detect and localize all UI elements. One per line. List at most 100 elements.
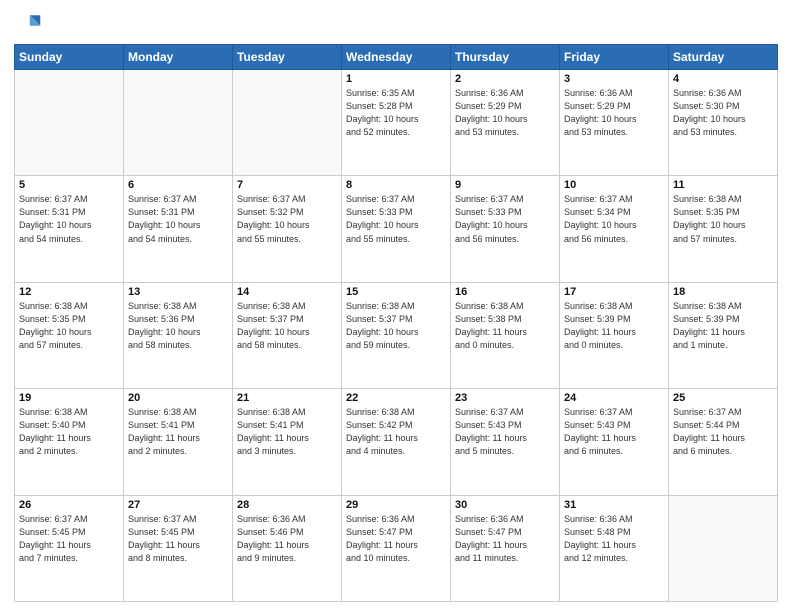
day-number: 27 xyxy=(128,499,228,511)
day-info: Sunrise: 6:37 AM Sunset: 5:45 PM Dayligh… xyxy=(19,513,119,565)
day-info: Sunrise: 6:38 AM Sunset: 5:37 PM Dayligh… xyxy=(346,300,446,352)
day-number: 20 xyxy=(128,392,228,404)
day-number: 6 xyxy=(128,179,228,191)
day-info: Sunrise: 6:36 AM Sunset: 5:30 PM Dayligh… xyxy=(673,87,773,139)
calendar-cell xyxy=(124,70,233,176)
day-info: Sunrise: 6:38 AM Sunset: 5:39 PM Dayligh… xyxy=(673,300,773,352)
calendar-cell: 14 Sunrise: 6:38 AM Sunset: 5:37 PM Dayli… xyxy=(233,282,342,388)
day-number: 11 xyxy=(673,179,773,191)
day-number: 23 xyxy=(455,392,555,404)
calendar-cell: 21 Sunrise: 6:38 AM Sunset: 5:41 PM Dayli… xyxy=(233,389,342,495)
calendar-week-4: 19 Sunrise: 6:38 AM Sunset: 5:40 PM Dayli… xyxy=(15,389,778,495)
day-info: Sunrise: 6:37 AM Sunset: 5:43 PM Dayligh… xyxy=(564,406,664,458)
calendar-cell: 18 Sunrise: 6:38 AM Sunset: 5:39 PM Dayli… xyxy=(669,282,778,388)
day-info: Sunrise: 6:37 AM Sunset: 5:45 PM Dayligh… xyxy=(128,513,228,565)
day-number: 14 xyxy=(237,286,337,298)
calendar-cell: 30 Sunrise: 6:36 AM Sunset: 5:47 PM Dayli… xyxy=(451,495,560,601)
calendar: SundayMondayTuesdayWednesdayThursdayFrid… xyxy=(14,44,778,602)
day-info: Sunrise: 6:36 AM Sunset: 5:46 PM Dayligh… xyxy=(237,513,337,565)
day-info: Sunrise: 6:38 AM Sunset: 5:40 PM Dayligh… xyxy=(19,406,119,458)
day-number: 16 xyxy=(455,286,555,298)
day-info: Sunrise: 6:36 AM Sunset: 5:48 PM Dayligh… xyxy=(564,513,664,565)
day-info: Sunrise: 6:37 AM Sunset: 5:44 PM Dayligh… xyxy=(673,406,773,458)
day-number: 4 xyxy=(673,73,773,85)
day-number: 30 xyxy=(455,499,555,511)
calendar-cell: 26 Sunrise: 6:37 AM Sunset: 5:45 PM Dayli… xyxy=(15,495,124,601)
day-info: Sunrise: 6:38 AM Sunset: 5:42 PM Dayligh… xyxy=(346,406,446,458)
calendar-cell: 31 Sunrise: 6:36 AM Sunset: 5:48 PM Dayli… xyxy=(560,495,669,601)
calendar-cell: 4 Sunrise: 6:36 AM Sunset: 5:30 PM Daylig… xyxy=(669,70,778,176)
day-info: Sunrise: 6:38 AM Sunset: 5:35 PM Dayligh… xyxy=(673,193,773,245)
day-number: 5 xyxy=(19,179,119,191)
calendar-cell xyxy=(233,70,342,176)
day-number: 13 xyxy=(128,286,228,298)
day-info: Sunrise: 6:38 AM Sunset: 5:39 PM Dayligh… xyxy=(564,300,664,352)
calendar-cell: 6Sunrise: 6:37 AM Sunset: 5:31 PM Daylig… xyxy=(124,176,233,282)
day-info: Sunrise: 6:37 AM Sunset: 5:43 PM Dayligh… xyxy=(455,406,555,458)
calendar-cell: 5 Sunrise: 6:37 AM Sunset: 5:31 PM Daylig… xyxy=(15,176,124,282)
day-info: Sunrise: 6:36 AM Sunset: 5:47 PM Dayligh… xyxy=(346,513,446,565)
calendar-cell xyxy=(15,70,124,176)
day-number: 12 xyxy=(19,286,119,298)
calendar-cell: 22 Sunrise: 6:38 AM Sunset: 5:42 PM Dayli… xyxy=(342,389,451,495)
calendar-cell xyxy=(669,495,778,601)
day-number: 19 xyxy=(19,392,119,404)
day-number: 7 xyxy=(237,179,337,191)
day-header-thursday: Thursday xyxy=(451,45,560,70)
logo xyxy=(14,10,46,38)
calendar-cell: 3Sunrise: 6:36 AM Sunset: 5:29 PM Daylig… xyxy=(560,70,669,176)
day-header-saturday: Saturday xyxy=(669,45,778,70)
calendar-cell: 28Sunrise: 6:36 AM Sunset: 5:46 PM Dayli… xyxy=(233,495,342,601)
day-header-friday: Friday xyxy=(560,45,669,70)
calendar-week-2: 5 Sunrise: 6:37 AM Sunset: 5:31 PM Daylig… xyxy=(15,176,778,282)
day-number: 22 xyxy=(346,392,446,404)
calendar-header-row: SundayMondayTuesdayWednesdayThursdayFrid… xyxy=(15,45,778,70)
day-number: 26 xyxy=(19,499,119,511)
calendar-cell: 23 Sunrise: 6:37 AM Sunset: 5:43 PM Dayli… xyxy=(451,389,560,495)
day-number: 25 xyxy=(673,392,773,404)
calendar-cell: 7Sunrise: 6:37 AM Sunset: 5:32 PM Daylig… xyxy=(233,176,342,282)
calendar-cell: 1Sunrise: 6:35 AM Sunset: 5:28 PM Daylig… xyxy=(342,70,451,176)
day-number: 18 xyxy=(673,286,773,298)
calendar-week-1: 1Sunrise: 6:35 AM Sunset: 5:28 PM Daylig… xyxy=(15,70,778,176)
day-info: Sunrise: 6:38 AM Sunset: 5:41 PM Dayligh… xyxy=(237,406,337,458)
calendar-cell: 17 Sunrise: 6:38 AM Sunset: 5:39 PM Dayli… xyxy=(560,282,669,388)
calendar-cell: 2 Sunrise: 6:36 AM Sunset: 5:29 PM Daylig… xyxy=(451,70,560,176)
day-info: Sunrise: 6:38 AM Sunset: 5:37 PM Dayligh… xyxy=(237,300,337,352)
day-info: Sunrise: 6:35 AM Sunset: 5:28 PM Dayligh… xyxy=(346,87,446,139)
calendar-cell: 13 Sunrise: 6:38 AM Sunset: 5:36 PM Dayli… xyxy=(124,282,233,388)
calendar-cell: 25 Sunrise: 6:37 AM Sunset: 5:44 PM Dayli… xyxy=(669,389,778,495)
calendar-cell: 8 Sunrise: 6:37 AM Sunset: 5:33 PM Daylig… xyxy=(342,176,451,282)
day-info: Sunrise: 6:36 AM Sunset: 5:29 PM Dayligh… xyxy=(455,87,555,139)
calendar-cell: 15 Sunrise: 6:38 AM Sunset: 5:37 PM Dayli… xyxy=(342,282,451,388)
header xyxy=(14,10,778,38)
day-info: Sunrise: 6:37 AM Sunset: 5:34 PM Dayligh… xyxy=(564,193,664,245)
day-number: 9 xyxy=(455,179,555,191)
day-info: Sunrise: 6:38 AM Sunset: 5:35 PM Dayligh… xyxy=(19,300,119,352)
day-number: 15 xyxy=(346,286,446,298)
day-header-sunday: Sunday xyxy=(15,45,124,70)
calendar-cell: 9Sunrise: 6:37 AM Sunset: 5:33 PM Daylig… xyxy=(451,176,560,282)
day-info: Sunrise: 6:37 AM Sunset: 5:33 PM Dayligh… xyxy=(346,193,446,245)
day-number: 17 xyxy=(564,286,664,298)
day-header-tuesday: Tuesday xyxy=(233,45,342,70)
day-info: Sunrise: 6:38 AM Sunset: 5:36 PM Dayligh… xyxy=(128,300,228,352)
day-number: 8 xyxy=(346,179,446,191)
day-number: 21 xyxy=(237,392,337,404)
day-number: 2 xyxy=(455,73,555,85)
calendar-week-5: 26 Sunrise: 6:37 AM Sunset: 5:45 PM Dayli… xyxy=(15,495,778,601)
calendar-cell: 24Sunrise: 6:37 AM Sunset: 5:43 PM Dayli… xyxy=(560,389,669,495)
day-number: 3 xyxy=(564,73,664,85)
day-info: Sunrise: 6:36 AM Sunset: 5:47 PM Dayligh… xyxy=(455,513,555,565)
calendar-cell: 20 Sunrise: 6:38 AM Sunset: 5:41 PM Dayli… xyxy=(124,389,233,495)
day-number: 10 xyxy=(564,179,664,191)
calendar-cell: 29 Sunrise: 6:36 AM Sunset: 5:47 PM Dayli… xyxy=(342,495,451,601)
day-info: Sunrise: 6:37 AM Sunset: 5:31 PM Dayligh… xyxy=(19,193,119,245)
page: SundayMondayTuesdayWednesdayThursdayFrid… xyxy=(0,0,792,612)
day-number: 29 xyxy=(346,499,446,511)
day-number: 31 xyxy=(564,499,664,511)
calendar-cell: 12 Sunrise: 6:38 AM Sunset: 5:35 PM Dayli… xyxy=(15,282,124,388)
calendar-cell: 19 Sunrise: 6:38 AM Sunset: 5:40 PM Dayli… xyxy=(15,389,124,495)
day-info: Sunrise: 6:38 AM Sunset: 5:41 PM Dayligh… xyxy=(128,406,228,458)
calendar-cell: 27 Sunrise: 6:37 AM Sunset: 5:45 PM Dayli… xyxy=(124,495,233,601)
